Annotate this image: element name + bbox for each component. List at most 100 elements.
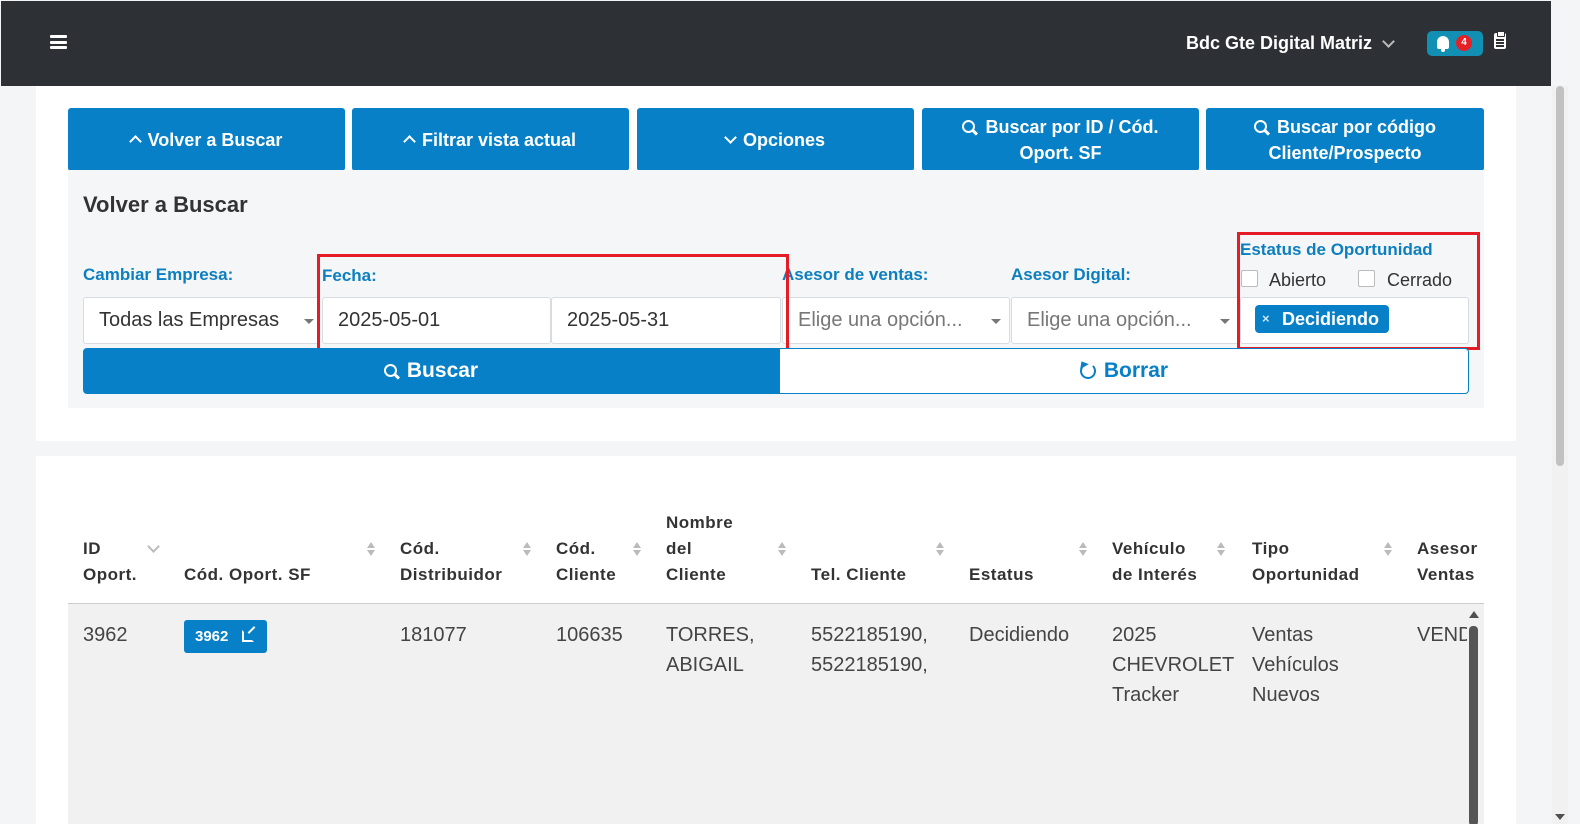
- cell-distributor: 181077: [400, 624, 467, 646]
- table-scrollbar[interactable]: [1467, 604, 1481, 824]
- date-highlight-box: [317, 254, 789, 355]
- company-select[interactable]: Todas las Empresas: [83, 297, 319, 344]
- digital-advisor-placeholder: Elige una opción...: [1027, 309, 1192, 331]
- cell-vehicle: 2025 CHEVROLET Tracker: [1112, 620, 1234, 710]
- sales-advisor-select[interactable]: Elige una opción...: [782, 297, 1010, 344]
- th-distributor-line2: Distribuidor: [400, 565, 503, 584]
- sort-icon[interactable]: [1079, 542, 1088, 557]
- th-sf-code[interactable]: Cód. Oport. SF: [184, 562, 311, 588]
- th-status-label: Estatus: [969, 565, 1034, 584]
- sort-icon[interactable]: [633, 542, 642, 557]
- table-scrollbar-thumb[interactable]: [1469, 626, 1478, 824]
- notifications-button[interactable]: 4: [1427, 31, 1483, 56]
- cell-vehicle-line2: CHEVROLET: [1112, 654, 1235, 676]
- search-icon: [383, 363, 399, 379]
- search-by-id-button[interactable]: Buscar por ID / Cód. Oport. SF: [922, 108, 1199, 171]
- hamburger-menu-icon[interactable]: [50, 35, 67, 49]
- th-sales-advisor[interactable]: Asesor Ventas: [1417, 536, 1485, 588]
- search-by-id-label-2: Oport. SF: [1019, 142, 1102, 163]
- th-client-name-line3: Cliente: [666, 565, 727, 584]
- search-button[interactable]: Buscar: [83, 348, 779, 394]
- sf-code-link-button[interactable]: 3962: [184, 620, 267, 653]
- status-highlight-box: [1237, 232, 1480, 350]
- search-by-client-label: Buscar por código: [1276, 116, 1437, 137]
- clear-button[interactable]: Borrar: [779, 348, 1469, 394]
- digital-advisor-dropdown-icon: [1220, 319, 1230, 324]
- cell-opportunity-type-line2: Vehículos: [1252, 654, 1339, 676]
- chevron-up-icon: [403, 135, 416, 148]
- chevron-down-icon: [724, 131, 737, 144]
- top-navbar: Bdc Gte Digital Matriz 4: [1, 1, 1551, 86]
- options-button[interactable]: Opciones: [637, 108, 914, 171]
- back-to-search-button[interactable]: Volver a Buscar: [68, 108, 345, 171]
- search-by-client-code-button[interactable]: Buscar por código Cliente/Prospecto: [1206, 108, 1484, 171]
- chevron-down-icon[interactable]: [1382, 35, 1395, 48]
- user-name[interactable]: Bdc Gte Digital Matriz: [1186, 33, 1372, 54]
- th-vehicle-line1: Vehículo: [1112, 539, 1186, 558]
- th-client-name[interactable]: Nombre del Cliente: [666, 510, 733, 588]
- filter-current-view-button[interactable]: Filtrar vista actual: [352, 108, 629, 171]
- th-id[interactable]: ID Oport.: [83, 536, 137, 588]
- scroll-down-arrow-icon[interactable]: [1555, 814, 1565, 820]
- th-client-code-line1: Cód.: [556, 539, 596, 558]
- sales-advisor-placeholder: Elige una opción...: [798, 309, 963, 331]
- cell-opportunity-type-line1: Ventas: [1252, 624, 1314, 646]
- notification-count-badge: 4: [1456, 35, 1472, 51]
- th-id-line1: ID: [83, 539, 101, 558]
- undo-icon: [1079, 363, 1096, 379]
- sort-icon[interactable]: [1384, 542, 1393, 557]
- cell-client-phone: 5522185190, 5522185190,: [811, 620, 928, 680]
- search-section-title: Volver a Buscar: [83, 192, 248, 217]
- th-client-name-line2: del: [666, 539, 693, 558]
- th-opportunity-type[interactable]: Tipo Oportunidad: [1252, 536, 1359, 588]
- external-link-icon: [242, 630, 254, 642]
- sales-advisor-dropdown-icon: [991, 319, 1001, 324]
- chevron-up-icon: [128, 135, 142, 148]
- digital-advisor-select[interactable]: Elige una opción...: [1011, 297, 1239, 344]
- cell-id: 3962: [83, 624, 128, 646]
- sort-icon[interactable]: [936, 542, 945, 557]
- sort-icon[interactable]: [778, 542, 787, 557]
- th-client-code-line2: Cliente: [556, 565, 617, 584]
- page-scrollbar[interactable]: [1552, 86, 1568, 824]
- sort-icon[interactable]: [523, 542, 532, 557]
- th-client-name-line1: Nombre: [666, 513, 734, 532]
- th-distributor-line1: Cód.: [400, 539, 440, 558]
- digital-advisor-label: Asesor Digital:: [1011, 265, 1131, 284]
- sort-icon[interactable]: [367, 542, 376, 557]
- cell-client-code: 106635: [556, 624, 623, 646]
- clear-button-label: Borrar: [1103, 359, 1169, 382]
- search-icon: [1253, 120, 1269, 135]
- clipboard-icon[interactable]: [1494, 31, 1506, 49]
- options-label: Opciones: [742, 129, 826, 150]
- cell-client-name-line2: ABIGAIL: [666, 654, 744, 676]
- sf-code-label: 3962: [195, 628, 229, 645]
- th-vehicle[interactable]: Vehículo de Interés: [1112, 536, 1197, 588]
- cell-vehicle-line1: 2025: [1112, 624, 1157, 646]
- sort-icon[interactable]: [1217, 542, 1226, 557]
- th-status[interactable]: Estatus: [969, 562, 1034, 588]
- th-sales-advisor-line1: Asesor: [1417, 539, 1478, 558]
- cell-vehicle-line3: Tracker: [1112, 684, 1180, 706]
- th-client-code[interactable]: Cód. Cliente: [556, 536, 616, 588]
- th-sf-code-label: Cód. Oport. SF: [184, 565, 311, 584]
- search-by-id-label: Buscar por ID / Cód.: [985, 116, 1159, 137]
- th-client-phone[interactable]: Tel. Cliente: [811, 562, 906, 588]
- filter-current-view-label: Filtrar vista actual: [421, 129, 577, 150]
- cell-client-name: TORRES, ABIGAIL: [666, 620, 755, 680]
- th-client-phone-label: Tel. Cliente: [811, 565, 907, 584]
- th-sales-advisor-line2: Ventas: [1417, 565, 1475, 584]
- sales-advisor-label: Asesor de ventas:: [782, 265, 929, 284]
- th-distributor[interactable]: Cód. Distribuidor: [400, 536, 502, 588]
- cell-client-phone-line1: 5522185190,: [811, 624, 928, 646]
- th-opportunity-type-line2: Oportunidad: [1252, 565, 1360, 584]
- bell-icon: [1437, 36, 1449, 52]
- scroll-up-arrow-icon[interactable]: [1469, 611, 1479, 618]
- cell-status: Decidiendo: [969, 624, 1070, 646]
- th-id-line2: Oport.: [83, 565, 137, 584]
- page-scrollbar-thumb[interactable]: [1556, 86, 1564, 466]
- cell-client-phone-line2: 5522185190,: [811, 654, 928, 676]
- cell-opportunity-type-line3: Nuevos: [1252, 684, 1320, 706]
- cell-client-name-line1: TORRES,: [666, 624, 755, 646]
- search-icon: [962, 120, 977, 135]
